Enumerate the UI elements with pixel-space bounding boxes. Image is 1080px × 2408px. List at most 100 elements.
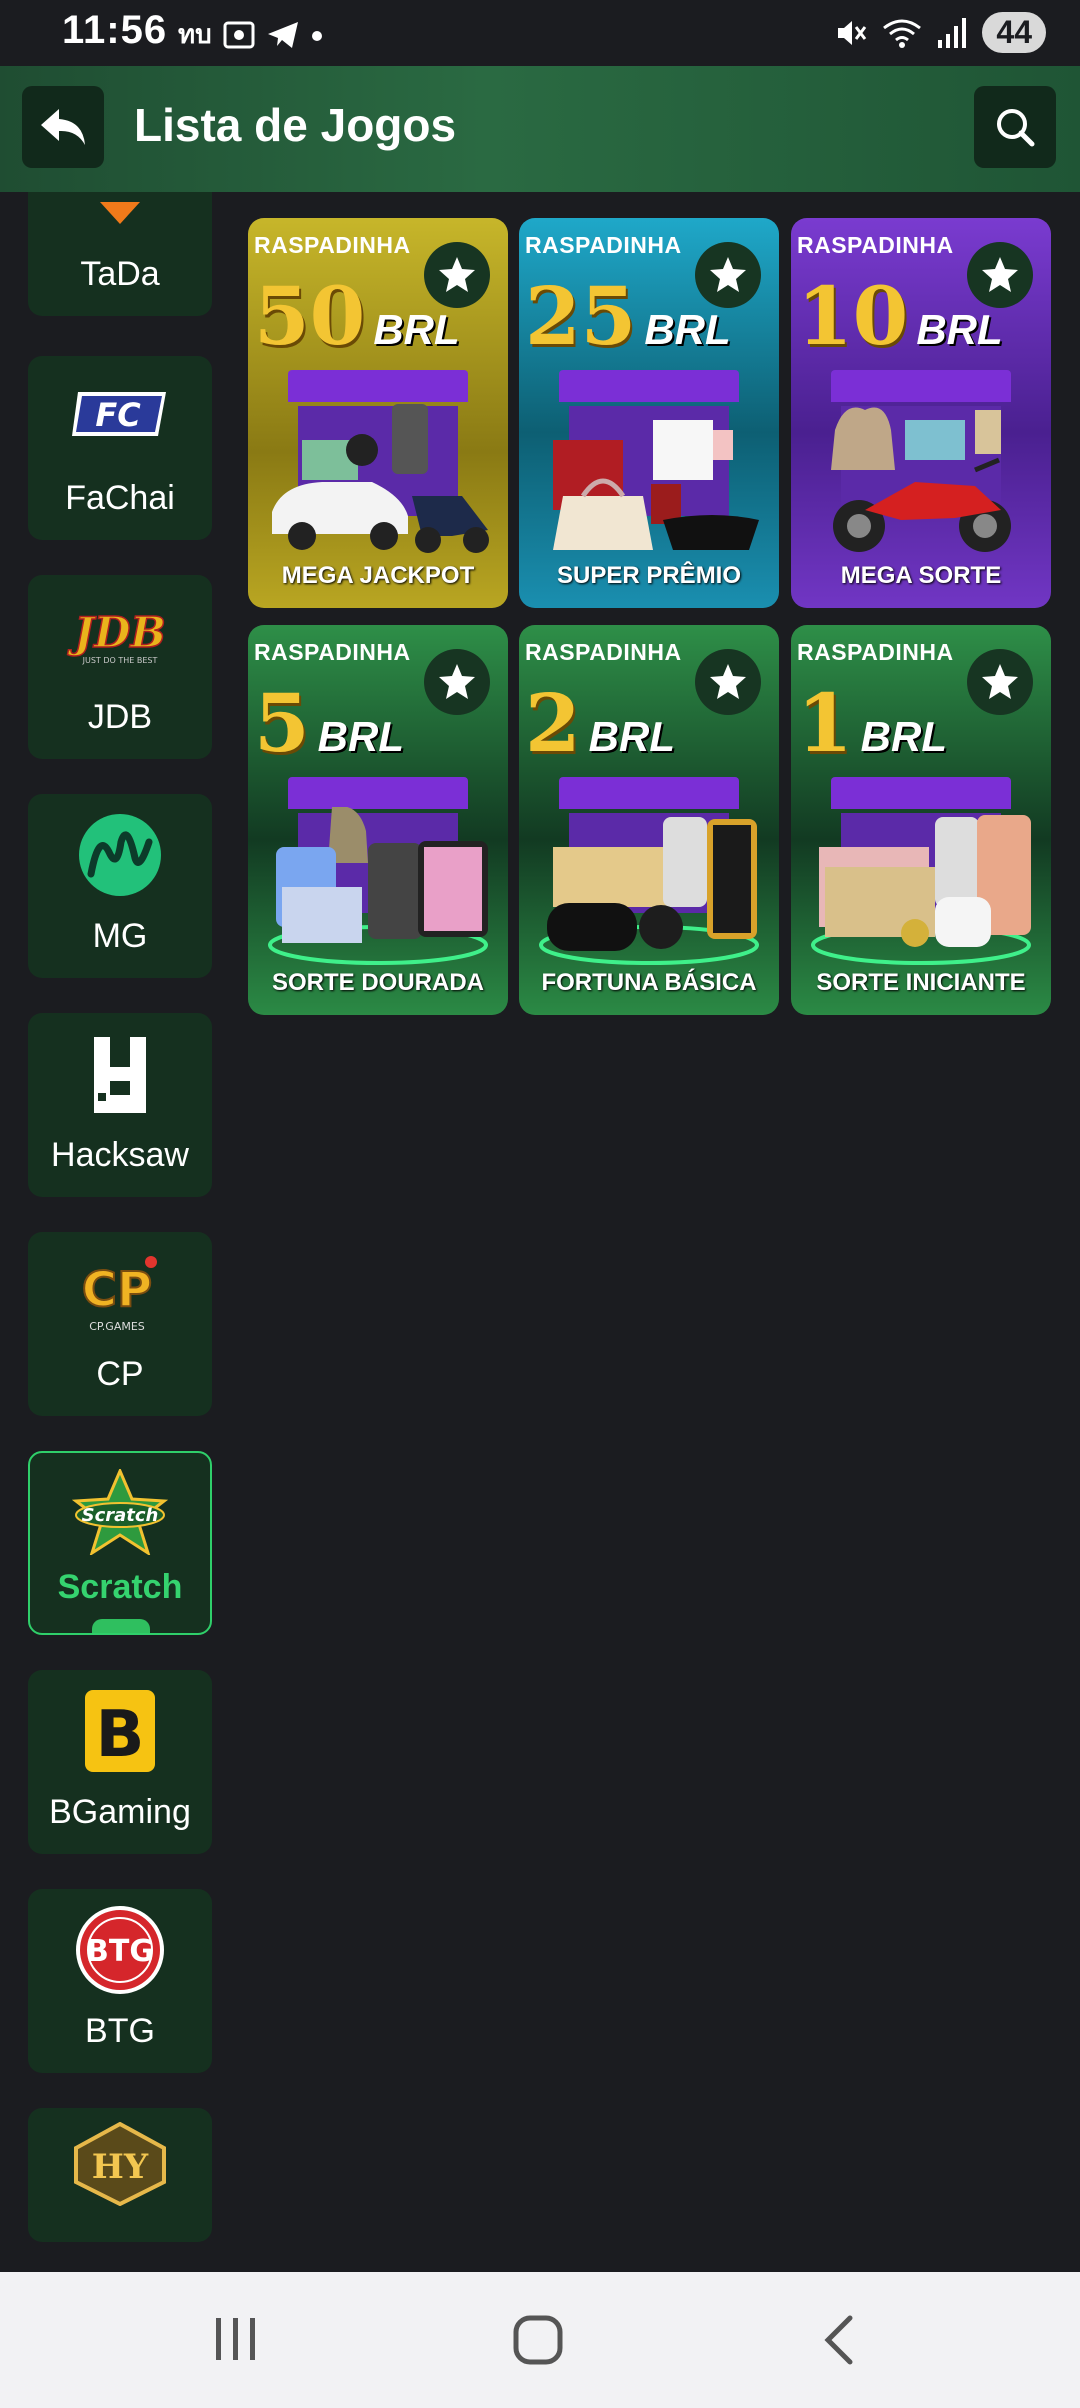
card-amount: 2 BRL	[525, 683, 675, 763]
card-amount-value: 25	[525, 269, 637, 363]
system-nav-bar	[0, 2272, 1080, 2408]
game-card[interactable]: RASPADINHA 5 BRL SORTE DOURADA	[248, 625, 508, 1015]
provider-scratch[interactable]: Scratch Scratch	[28, 1451, 212, 1635]
page-title: Lista de Jogos	[134, 99, 457, 151]
star-icon	[982, 664, 1018, 699]
card-tag: RASPADINHA	[254, 639, 411, 665]
provider-label: BTG	[85, 2012, 155, 2050]
svg-text:CP: CP	[82, 1262, 152, 1318]
game-card[interactable]: RASPADINHA 2 BRL FORTUNA BÁSICA	[519, 625, 779, 1015]
app-header: Lista de Jogos	[0, 66, 1080, 192]
provider-label: CP	[96, 1355, 144, 1393]
card-amount-value: 50	[254, 269, 366, 363]
svg-text:CP.GAMES: CP.GAMES	[89, 1320, 145, 1333]
star-icon	[982, 257, 1018, 292]
card-tag: RASPADINHA	[797, 232, 954, 258]
svg-text:FC: FC	[95, 396, 141, 434]
favorite-button[interactable]	[967, 649, 1033, 715]
svg-text:B: B	[96, 1698, 145, 1772]
home-button[interactable]	[512, 2314, 564, 2371]
provider-label: Hacksaw	[51, 1136, 189, 1174]
provider-bgaming[interactable]: B BGaming	[28, 1670, 212, 1854]
bgaming-logo-icon: B	[85, 1690, 155, 1772]
card-currency: BRL	[373, 306, 460, 353]
dot-icon	[311, 30, 322, 41]
svg-text:JDB: JDB	[67, 608, 166, 657]
wifi-icon	[883, 19, 922, 48]
prize-box	[831, 370, 1011, 402]
provider-label: MG	[92, 917, 148, 955]
game-card[interactable]: RASPADINHA 1 BRL SORTE INICIANTE	[791, 625, 1051, 1015]
card-amount: 1 BRL	[797, 683, 947, 763]
fachai-logo-icon: FC	[72, 392, 166, 436]
card-amount-value: 5	[254, 676, 310, 770]
card-amount-value: 2	[525, 676, 581, 770]
provider-jdb[interactable]: JDB JUST DO THE BEST JDB	[28, 575, 212, 759]
card-currency: BRL	[644, 306, 731, 353]
prize-box	[288, 777, 468, 809]
game-card[interactable]: RASPADINHA 10 BRL MEGA SORTE	[791, 218, 1051, 608]
search-icon	[997, 109, 1035, 147]
prize-box	[559, 370, 739, 402]
jdb-logo-icon: JDB JUST DO THE BEST	[66, 607, 166, 665]
card-amount: 5 BRL	[254, 683, 404, 763]
card-currency: BRL	[860, 713, 947, 760]
provider-mg[interactable]: MG	[28, 794, 212, 978]
svg-text:HY: HY	[92, 2147, 149, 2187]
favorite-button[interactable]	[967, 242, 1033, 308]
star-icon	[439, 257, 475, 292]
tada-logo-icon	[100, 202, 140, 224]
prize-motorcycle-icon	[831, 406, 1011, 552]
card-name: MEGA JACKPOT	[281, 562, 475, 589]
back-arrow-icon	[41, 109, 85, 145]
provider-label: JDB	[87, 698, 153, 736]
card-tag: RASPADINHA	[525, 639, 682, 665]
battery-indicator: 44	[982, 12, 1046, 53]
favorite-button[interactable]	[424, 649, 490, 715]
provider-label: Scratch	[57, 1568, 183, 1606]
provider-sidebar[interactable]: TaDa FC FaChai JDB JUST DO THE BEST JDB …	[0, 192, 240, 2242]
card-tag: RASPADINHA	[254, 232, 411, 258]
scratch-logo-icon: Scratch	[72, 1469, 168, 1555]
provider-hacksaw[interactable]: Hacksaw	[28, 1013, 212, 1197]
card-tag: RASPADINHA	[525, 232, 682, 258]
active-indicator	[92, 1619, 150, 1633]
back-nav-button[interactable]	[820, 2314, 860, 2371]
card-name: SUPER PRÊMIO	[556, 562, 742, 589]
svg-text:Scratch: Scratch	[82, 1505, 159, 1526]
card-currency: BRL	[916, 306, 1003, 353]
provider-fachai[interactable]: FC FaChai	[28, 356, 212, 540]
provider-label: FaChai	[65, 479, 175, 517]
card-amount-value: 10	[797, 269, 909, 363]
prize-box	[559, 777, 739, 809]
provider-hy[interactable]: HY	[28, 2108, 212, 2242]
game-card[interactable]: RASPADINHA 25 BRL SUPER PRÊMIO	[519, 218, 779, 608]
hy-logo-icon: HY	[74, 2122, 166, 2206]
recents-icon	[216, 2318, 255, 2360]
recents-button[interactable]	[214, 2314, 258, 2371]
carrier-label: ทบ	[178, 19, 212, 49]
cp-logo-icon: CP CP.GAMES	[81, 1256, 157, 1333]
card-name: MEGA SORTE	[840, 562, 1002, 589]
provider-tada[interactable]: TaDa	[28, 192, 212, 316]
telegram-icon	[267, 21, 298, 48]
provider-btg[interactable]: BTG BTG	[28, 1889, 212, 2073]
favorite-button[interactable]	[695, 242, 761, 308]
back-button[interactable]	[22, 86, 104, 168]
status-bar: 11:56 ทบ 44	[0, 0, 1080, 66]
search-button[interactable]	[974, 86, 1056, 168]
mg-logo-icon	[79, 814, 161, 896]
status-time: 11:56	[62, 8, 168, 52]
card-currency: BRL	[317, 713, 404, 760]
back-chevron-icon	[824, 2315, 853, 2365]
star-icon	[710, 664, 746, 699]
prize-phones-icon	[268, 807, 488, 965]
game-card[interactable]: RASPADINHA 50 BRL MEGA JACKPOT	[248, 218, 508, 608]
prize-box	[288, 370, 468, 402]
favorite-button[interactable]	[424, 242, 490, 308]
status-right-icons: 44	[834, 12, 1046, 53]
screenshot-icon	[223, 21, 255, 48]
provider-cp[interactable]: CP CP.GAMES CP	[28, 1232, 212, 1416]
star-icon	[710, 257, 746, 292]
favorite-button[interactable]	[695, 649, 761, 715]
